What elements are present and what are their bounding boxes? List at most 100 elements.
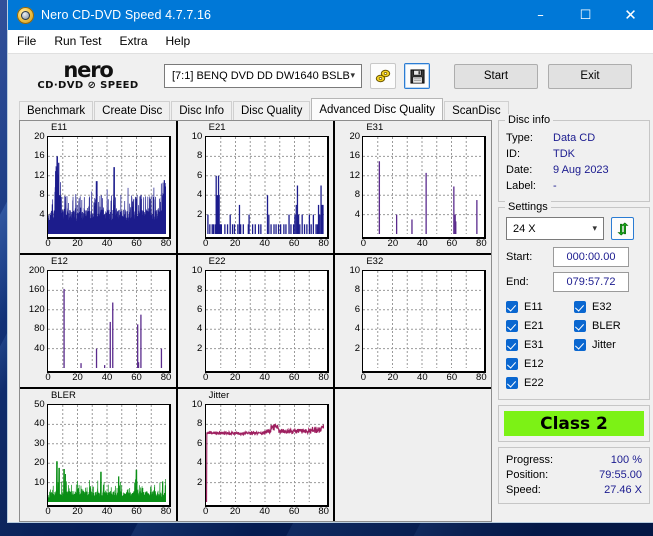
x-tick-e11: 60 [131,238,142,249]
checkbox-e12[interactable]: E12 [506,354,574,373]
x-tick-e11: 40 [101,238,113,249]
y-tick-bler: 20 [34,457,45,469]
tab-disc-quality[interactable]: Disc Quality [233,101,311,120]
x-tick-jitter: 40 [259,506,270,517]
start-button[interactable]: Start [454,63,538,89]
x-tick-e12: 0 [45,372,51,383]
menu-item-extra[interactable]: Extra [110,32,156,50]
chart-cell-e21: E21 2 4 6 8 10 0 20 40 60 80 [177,121,336,253]
checkbox-e22[interactable]: E22 [506,373,574,392]
disc-tool-button[interactable] [370,63,396,89]
toolbar: nero CD·DVD ⊘ SPEED [7:1] BENQ DVD DD DW… [8,53,653,98]
disc-date-label: Date: [506,164,533,176]
minimize-button[interactable]: – [518,0,563,30]
plot-svg-bler [48,405,166,502]
disc-tool-icon [375,69,391,83]
y-tick-jitter: 2 [197,476,203,488]
y-tick-bler: 50 [34,399,45,410]
menu-item-file[interactable]: File [8,32,45,50]
tab-disc-info[interactable]: Disc Info [171,101,232,120]
menu-item-help[interactable]: Help [157,32,200,50]
x-tick-jitter: 0 [203,506,209,517]
floppy-save-icon [409,68,425,84]
x-tick-e21: 60 [288,238,300,249]
close-button[interactable]: ✕ [608,0,653,30]
end-label: End: [506,276,529,288]
checkbox-e11[interactable]: E11 [506,297,574,316]
speed-select[interactable]: 24 X ▾ [506,217,604,240]
chart-cell-e22: E22 2 4 6 8 10 0 20 40 60 80 [177,255,336,387]
refresh-button[interactable] [611,217,634,240]
chart-title-e21: E21 [208,122,226,133]
x-tick-e31: 40 [417,238,428,249]
tab-bar: Benchmark Create Disc Disc Info Disc Qua… [8,98,653,120]
y-tick-e21: 8 [197,150,203,162]
disc-info-row-date: Date: 9 Aug 2023 [506,162,642,178]
end-input[interactable]: 079:57.72 [553,272,629,292]
y-tick-e32: 6 [354,303,361,315]
y-tick-e21: 6 [197,169,203,181]
x-tick-jitter: 60 [288,506,300,517]
chart-row-1: E11 4 8 12 16 20 0 20 40 60 80 E21 2 4 6 8 10 0 20 40 60 80 … [20,121,492,255]
x-tick-jitter: 80 [318,506,329,517]
y-tick-e31: 8 [354,189,361,201]
plot-svg-e12 [48,271,166,368]
refresh-arrows-icon [616,221,629,236]
plot-area-e11 [47,136,171,239]
start-input[interactable]: 000:00.00 [553,247,629,267]
chart-grid: E11 4 8 12 16 20 0 20 40 60 80 E21 2 4 6 8 10 0 20 40 60 80 … [19,120,492,522]
y-tick-e22: 6 [197,303,203,315]
x-tick-e11: 20 [72,238,83,249]
disc-date-value: 9 Aug 2023 [553,164,609,176]
chart-cell-e12: E12 40 80 120 160 200 0 20 40 60 80 [20,255,178,387]
chart-title-e31: E31 [366,122,384,133]
disc-info-caption: Disc info [505,114,554,126]
checkbox-e22-label: E22 [524,376,544,389]
x-tick-e22: 40 [259,372,270,383]
settings-group: Settings 24 X ▾ Start: 000:00.00 End: 07… [498,201,650,400]
chart-title-e22: E22 [208,256,226,267]
y-tick-e32: 8 [354,284,361,296]
tab-benchmark[interactable]: Benchmark [19,101,94,120]
disc-type-value: Data CD [553,132,596,144]
checkbox-e31[interactable]: E31 [506,335,574,354]
end-position-row: End: 079:57.72 [506,272,642,292]
y-tick-e12: 160 [28,284,45,296]
checkbox-jitter[interactable]: Jitter [574,335,642,354]
chart-title-e11: E11 [51,122,68,133]
checkbox-e32[interactable]: E32 [574,297,642,316]
checkbox-bler[interactable]: BLER [574,316,642,335]
main-content: E11 4 8 12 16 20 0 20 40 60 80 E21 2 4 6 8 10 0 20 40 60 80 … [8,114,653,522]
x-tick-e32: 40 [417,372,428,383]
y-tick-e12: 120 [28,303,45,315]
plot-svg-jitter [205,405,324,502]
check-icon [574,338,586,351]
y-tick-e32: 10 [349,265,361,276]
check-icon [506,300,518,313]
checkbox-column-left: E11 E21 E31 E12 E22 [506,297,574,392]
status-row-speed: Speed: 27.46 X [506,483,642,498]
drive-select[interactable]: [7:1] BENQ DVD DD DW1640 BSLB ▾ [164,64,362,88]
checkbox-jitter-label: Jitter [592,338,616,351]
tab-scandisc[interactable]: ScanDisc [444,101,509,120]
speed-label: Speed: [506,484,541,496]
class-badge: Class 2 [504,411,644,436]
y-tick-e11: 12 [34,169,45,181]
menu-bar: File Run Test Extra Help [8,30,653,53]
exit-button[interactable]: Exit [548,63,632,89]
y-tick-e31: 4 [354,208,361,220]
checkbox-e11-label: E11 [524,300,543,313]
class-result-group: Class 2 [498,405,650,442]
plot-svg-e21 [205,137,324,234]
x-tick-bler: 40 [101,506,113,517]
checkbox-e21[interactable]: E21 [506,316,574,335]
window-title: Nero CD-DVD Speed 4.7.7.16 [41,8,212,22]
chart-cell-e32: E32 2 4 6 8 10 0 20 40 60 80 [335,255,492,387]
x-tick-e31: 0 [360,238,366,249]
plot-svg-e22 [205,271,324,368]
menu-item-run-test[interactable]: Run Test [45,32,110,50]
maximize-button[interactable]: ☐ [563,0,608,30]
tab-create-disc[interactable]: Create Disc [94,101,171,120]
tab-advanced-disc-quality[interactable]: Advanced Disc Quality [311,98,444,120]
save-button[interactable] [404,63,430,89]
